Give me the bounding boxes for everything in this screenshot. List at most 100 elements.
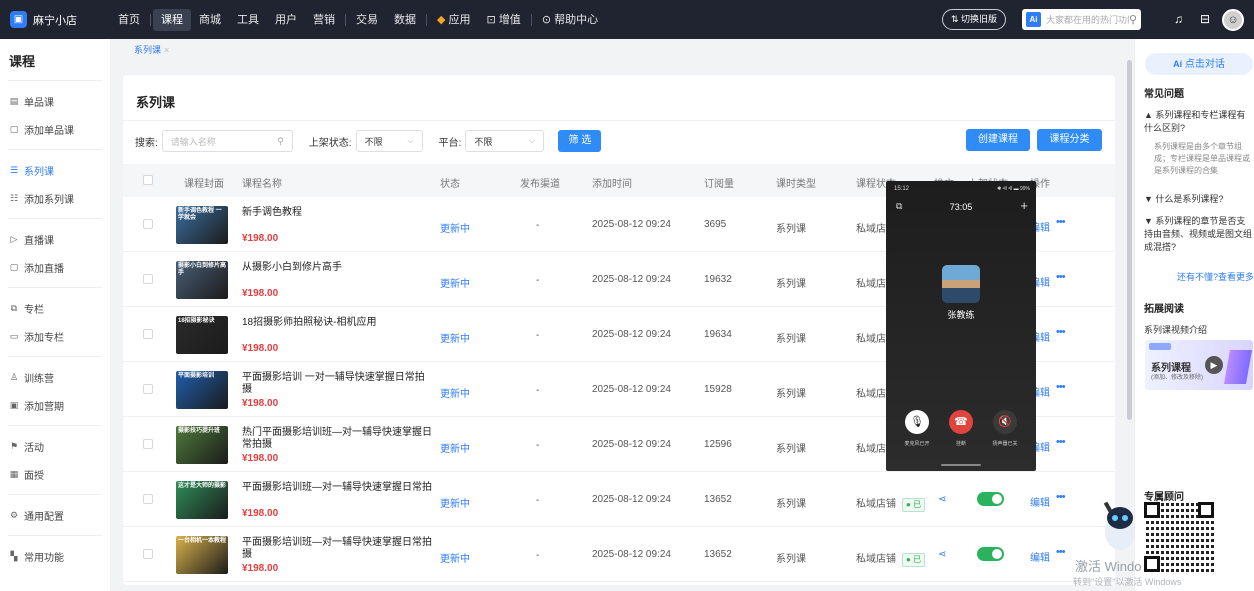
course-name[interactable]: 热门平面摄影培训班—对一辅导快速掌握日常拍摄 bbox=[242, 427, 432, 451]
nav-apps[interactable]: ◆ 应用 bbox=[429, 9, 479, 31]
faq-question[interactable]: ▼ 系列课程的章节是否支持由音频、视频或是图文组成混搭? bbox=[1144, 215, 1252, 254]
switch-old-version-button[interactable]: ⇅ 切换旧版 bbox=[942, 9, 1006, 30]
filter-button[interactable]: 筛 选 bbox=[558, 130, 602, 152]
course-name[interactable]: 平面摄影培训 一对一辅导快速掌握日常拍摄 bbox=[242, 372, 432, 396]
app-logo[interactable]: ▣ 麻宁小店 bbox=[10, 11, 110, 28]
nav-help[interactable]: ⊙ 帮助中心 bbox=[534, 9, 606, 31]
course-cover-image[interactable]: 摄影技巧提升班 bbox=[176, 426, 228, 464]
more-actions-icon[interactable]: ••• bbox=[1056, 216, 1066, 228]
sidebar-item-add-single-course[interactable]: ▢ 添加单品课 bbox=[8, 115, 102, 143]
more-actions-icon[interactable]: ••• bbox=[1056, 381, 1066, 393]
hangup-icon[interactable]: ☎ bbox=[949, 410, 973, 434]
sidebar-item-add-live[interactable]: ▢ 添加直播 bbox=[8, 253, 102, 281]
row-checkbox[interactable] bbox=[143, 549, 153, 559]
sidebar-item-add-camp-period[interactable]: ▣ 添加营期 bbox=[8, 391, 102, 419]
nav-home[interactable]: 首页 bbox=[110, 9, 148, 31]
row-checkbox[interactable] bbox=[143, 439, 153, 449]
more-actions-icon[interactable]: ••• bbox=[1056, 436, 1066, 448]
name-search-input[interactable]: 请输入名称 ⚲ bbox=[161, 130, 293, 152]
add-participant-icon[interactable]: + bbox=[1020, 198, 1028, 213]
close-icon[interactable]: × bbox=[164, 45, 169, 55]
tab-series-course[interactable]: 系列课 × bbox=[134, 43, 169, 56]
faq-answer: 系列课程是由多个章节组成；专栏课程是单品课程或是系列课程的合集 bbox=[1154, 142, 1250, 175]
course-cover-image[interactable]: 18招摄影秘诀 bbox=[176, 316, 228, 354]
speaker-off-icon[interactable]: 🔇 bbox=[993, 410, 1017, 434]
more-actions-icon[interactable]: ••• bbox=[1056, 491, 1066, 503]
nav-trade[interactable]: 交易 bbox=[348, 9, 386, 31]
page-scrollbar[interactable] bbox=[1127, 60, 1132, 420]
update-status: 更新中 bbox=[440, 554, 470, 565]
course-category-button[interactable]: 课程分类 bbox=[1037, 129, 1102, 151]
share-icon[interactable]: ⋖ bbox=[938, 549, 946, 560]
reading-link[interactable]: 系列课视频介绍 bbox=[1144, 323, 1207, 336]
mic-label: 麦克风已开 bbox=[904, 441, 930, 447]
lesson-type: 系列课 bbox=[776, 499, 806, 510]
edit-link[interactable]: 编辑 bbox=[1030, 494, 1050, 509]
row-checkbox[interactable] bbox=[143, 274, 153, 284]
video-call-window[interactable]: 15:12 ✱ ᵊll ᵊll ▬ 99% ⧉ 73:05 + 张教练 🎙 ☎ … bbox=[886, 181, 1036, 471]
more-actions-icon[interactable]: ••• bbox=[1056, 546, 1066, 558]
more-actions-icon[interactable]: ••• bbox=[1056, 271, 1066, 283]
row-checkbox[interactable] bbox=[143, 384, 153, 394]
course-cover-image[interactable]: 这才是大师的摄影 bbox=[176, 481, 228, 519]
select-all-checkbox[interactable] bbox=[143, 175, 153, 185]
global-search-input[interactable]: Ai 大家都在用的热门功能 ⚲ bbox=[1022, 9, 1141, 30]
sidebar-item-activity[interactable]: ⚑ 活动 bbox=[8, 432, 102, 460]
assistant-robot-icon[interactable] bbox=[1100, 494, 1140, 554]
row-checkbox[interactable] bbox=[143, 494, 153, 504]
reading-banner[interactable]: 系列课程 (添加、修改及移除) ▶ bbox=[1145, 340, 1253, 390]
nav-marketing[interactable]: 营销 bbox=[305, 9, 343, 31]
nav-data[interactable]: 数据 bbox=[386, 9, 424, 31]
course-name[interactable]: 从摄影小白到修片高手 bbox=[242, 262, 432, 274]
nav-tools[interactable]: 工具 bbox=[229, 9, 267, 31]
sidebar-item-column[interactable]: ⧉ 专栏 bbox=[8, 294, 102, 322]
microphone-icon[interactable]: 🎙 bbox=[905, 410, 929, 434]
nav-value-added[interactable]: ⊡ 增值 bbox=[479, 9, 529, 31]
nav-mall[interactable]: 商城 bbox=[191, 9, 229, 31]
nav-course[interactable]: 课程 bbox=[153, 8, 191, 31]
edit-link[interactable]: 编辑 bbox=[1030, 549, 1050, 564]
create-course-button[interactable]: 创建课程 bbox=[966, 129, 1030, 151]
sidebar-item-general-config[interactable]: ⚙ 通用配置 bbox=[8, 501, 102, 529]
sidebar-item-series-course[interactable]: ☰ 系列课 bbox=[8, 156, 102, 184]
faq-question[interactable]: ▲ 系列课程和专栏课程有什么区别? bbox=[1144, 109, 1252, 135]
platform-label: 平台: bbox=[438, 137, 462, 149]
platform-select[interactable]: 不限 ⌵ bbox=[465, 130, 545, 152]
sidebar-item-camp[interactable]: ♙ 训练营 bbox=[8, 363, 102, 391]
sidebar-item-live-course[interactable]: ▷ 直播课 bbox=[8, 225, 102, 253]
course-status: 私域店铺 ● 已 bbox=[856, 550, 926, 567]
lesson-type: 系列课 bbox=[776, 279, 806, 290]
sidebar-item-add-series-course[interactable]: ☷ 添加系列课 bbox=[8, 184, 102, 212]
course-name[interactable]: 平面摄影培训班—对一辅导快速掌握日常拍 bbox=[242, 482, 432, 494]
publish-channel: - bbox=[536, 330, 540, 341]
share-icon[interactable]: ⋖ bbox=[938, 494, 946, 505]
message-icon[interactable]: ⊟ bbox=[1200, 12, 1210, 26]
course-name[interactable]: 新手调色教程 bbox=[242, 207, 432, 219]
sidebar-item-add-column[interactable]: ▭ 添加专栏 bbox=[8, 322, 102, 350]
nav-users[interactable]: 用户 bbox=[267, 9, 305, 31]
avatar[interactable]: ☺ bbox=[1222, 9, 1244, 31]
ai-chat-button[interactable]: Ai 点击对话 bbox=[1145, 53, 1253, 75]
listing-toggle[interactable] bbox=[977, 492, 1004, 506]
sidebar-item-common-functions[interactable]: ▚ 常用功能 bbox=[8, 542, 102, 570]
bell-icon[interactable]: ♫ bbox=[1174, 12, 1183, 26]
course-cover-image[interactable]: 一台相机一本教程 bbox=[176, 536, 228, 574]
course-cover-image[interactable]: 平面摄影培训 bbox=[176, 371, 228, 409]
faq-question[interactable]: ▼ 什么是系列课程? bbox=[1144, 193, 1252, 206]
row-checkbox[interactable] bbox=[143, 329, 153, 339]
course-name[interactable]: 平面摄影培训班—对一辅导快速掌握日常拍摄 bbox=[242, 537, 432, 561]
search-icon[interactable]: ⚲ bbox=[1129, 13, 1137, 26]
course-name[interactable]: 18招摄影师拍照秘诀-相机应用 bbox=[242, 317, 432, 329]
course-cover-image[interactable]: 摄影小白到修片高手 bbox=[176, 261, 228, 299]
view-more-link[interactable]: 还有不懂?查看更多 » bbox=[1177, 270, 1254, 283]
column-header: 发布渠道 bbox=[520, 179, 560, 190]
course-cover-image[interactable]: 新手调色教程 一学就会 bbox=[176, 206, 228, 244]
sidebar-item-classroom[interactable]: ▦ 面授 bbox=[8, 460, 102, 488]
more-actions-icon[interactable]: ••• bbox=[1056, 326, 1066, 338]
row-checkbox[interactable] bbox=[143, 219, 153, 229]
sidebar-item-single-course[interactable]: ▤ 单品课 bbox=[8, 87, 102, 115]
qr-corner bbox=[1144, 502, 1160, 518]
listing-status-select[interactable]: 不限 ⌵ bbox=[355, 130, 423, 152]
listing-toggle[interactable] bbox=[977, 547, 1004, 561]
publish-channel: - bbox=[536, 495, 540, 506]
